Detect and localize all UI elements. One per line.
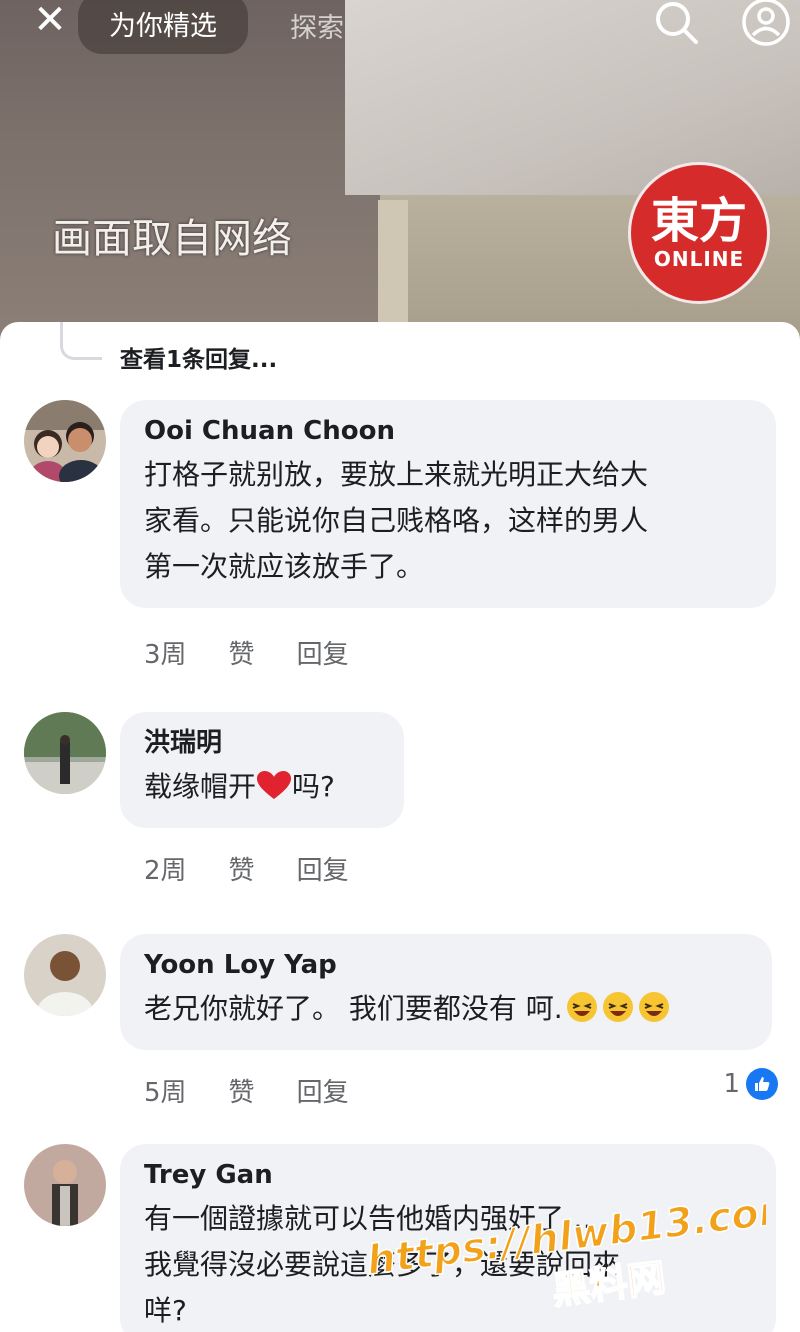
reply-button[interactable]: 回复	[297, 1072, 349, 1109]
comment-time: 3周	[144, 640, 187, 670]
comment-text: 老兄你就好了。 我们要都没有 呵.	[144, 986, 748, 1032]
comment-text-line: 打格子就别放，要放上来就光明正大给大	[144, 458, 649, 491]
comment-text-line: 第一次就应该放手了。	[144, 550, 425, 583]
comment-actions: 2周 赞 回复	[144, 850, 391, 887]
top-bar: ✕ 为你精选 探索	[0, 0, 800, 54]
comment-text-part: 吗?	[292, 770, 335, 803]
video-background-frame	[378, 200, 408, 340]
laughing-emoji-icon	[566, 992, 597, 1022]
comment-text-part: 载缘帽开	[144, 770, 257, 803]
comment-author[interactable]: Ooi Chuan Choon	[144, 414, 752, 448]
laughing-emoji-icon	[602, 992, 633, 1022]
view-replies-link[interactable]: 查看1条回复...	[60, 322, 360, 373]
comment-text-line: 家看。只能说你自己贱格咯，这样的男人	[144, 504, 649, 537]
heart-emoji-icon	[257, 771, 292, 799]
close-icon[interactable]: ✕	[28, 0, 72, 44]
comment-author[interactable]: Trey Gan	[144, 1158, 752, 1192]
comment-bubble[interactable]: 洪瑞明 载缘帽开 吗?	[120, 712, 404, 828]
logo-main-text: 東方	[650, 193, 747, 249]
like-button[interactable]: 赞	[229, 850, 255, 887]
video-caption: 画面取自网络	[52, 216, 292, 262]
search-icon[interactable]	[652, 0, 702, 48]
reaction-count: 1	[723, 1069, 740, 1099]
like-button[interactable]: 赞	[229, 634, 255, 671]
avatar[interactable]	[24, 934, 106, 1016]
profile-icon[interactable]	[740, 0, 792, 48]
comment-time: 5周	[144, 1078, 187, 1108]
tab-explore[interactable]: 探索	[290, 6, 344, 45]
comment-text-line: 咩?	[144, 1294, 187, 1327]
tab-for-you[interactable]: 为你精选	[78, 0, 248, 54]
comment-time: 2周	[144, 856, 187, 886]
comment-text-line: 我覺得沒必要說這麼多了，還要說回來	[144, 1248, 621, 1281]
thumbs-up-icon	[746, 1068, 778, 1100]
comment-author[interactable]: 洪瑞明	[144, 726, 380, 760]
news-logo: 東方 ONLINE	[628, 162, 770, 304]
comment-author[interactable]: Yoon Loy Yap	[144, 948, 748, 982]
comment-text-line: 有一個證據就可以告他婚内强奸了…	[144, 1202, 593, 1235]
thread-connector	[60, 322, 102, 360]
comment-text: 载缘帽开 吗?	[144, 764, 380, 810]
laughing-emoji-icon	[638, 992, 669, 1022]
comment-bubble[interactable]: Ooi Chuan Choon 打格子就别放，要放上来就光明正大给大 家看。只能…	[120, 400, 776, 608]
avatar[interactable]	[24, 1144, 106, 1226]
comment-text: 有一個證據就可以告他婚内强奸了… 我覺得沒必要說這麼多了，還要說回來 咩?	[144, 1196, 752, 1332]
comments-sheet: 查看1条回复... Ooi Chuan Choon 打格子就别放，要放上来就光明…	[0, 322, 800, 1332]
avatar[interactable]	[24, 400, 106, 482]
comment-text: 打格子就别放，要放上来就光明正大给大 家看。只能说你自己贱格咯，这样的男人 第一…	[144, 452, 752, 590]
reaction-summary[interactable]: 1	[723, 1068, 778, 1100]
avatar[interactable]	[24, 712, 106, 794]
like-button[interactable]: 赞	[229, 1072, 255, 1109]
reply-button[interactable]: 回复	[297, 850, 349, 887]
reply-button[interactable]: 回复	[297, 634, 349, 671]
comment-actions: 5周 赞 回复	[144, 1072, 391, 1109]
view-replies-label[interactable]: 查看1条回复...	[120, 340, 277, 374]
logo-sub-text: ONLINE	[653, 247, 745, 271]
comment-text-part: 老兄你就好了。 我们要都没有 呵.	[144, 992, 563, 1025]
video-player[interactable]: ✕ 为你精选 探索 画面取自网络 東方 ONLINE	[0, 0, 800, 340]
comment-bubble[interactable]: Trey Gan 有一個證據就可以告他婚内强奸了… 我覺得沒必要說這麼多了，還要…	[120, 1144, 776, 1332]
comment-bubble[interactable]: Yoon Loy Yap 老兄你就好了。 我们要都没有 呵.	[120, 934, 772, 1050]
comment-actions: 3周 赞 回复	[144, 634, 391, 671]
